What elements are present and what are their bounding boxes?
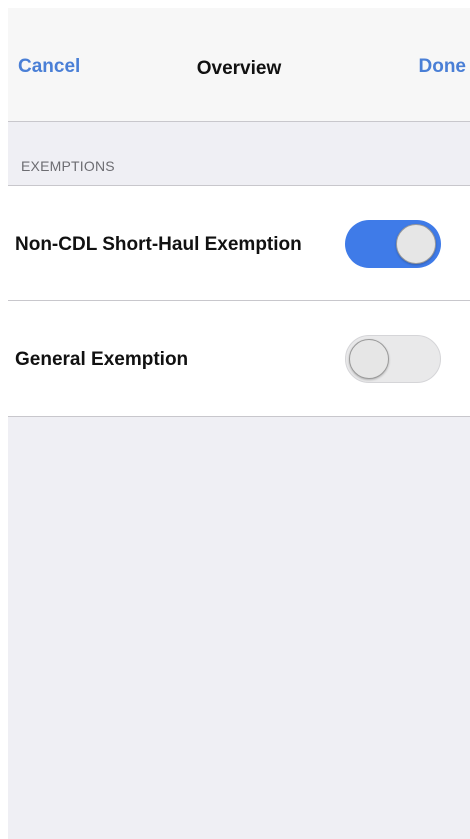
section-header-exemptions: EXEMPTIONS [21, 158, 115, 174]
exemption-row-general: General Exemption [8, 301, 470, 417]
settings-screen: Cancel Overview Done EXEMPTIONS Non-CDL … [8, 8, 470, 839]
exemption-label: Non-CDL Short-Haul Exemption [15, 234, 302, 255]
exemption-label: General Exemption [15, 349, 189, 370]
general-exemption-toggle[interactable] [345, 335, 441, 383]
non-cdl-short-haul-toggle[interactable] [345, 220, 441, 268]
navigation-bar: Cancel Overview Done [8, 8, 470, 122]
page-title: Overview [196, 58, 282, 79]
toggle-knob [349, 339, 389, 379]
toggle-knob [396, 224, 436, 264]
exemption-row-non-cdl-short-haul: Non-CDL Short-Haul Exemption [8, 185, 470, 301]
done-button[interactable]: Done [419, 56, 467, 78]
